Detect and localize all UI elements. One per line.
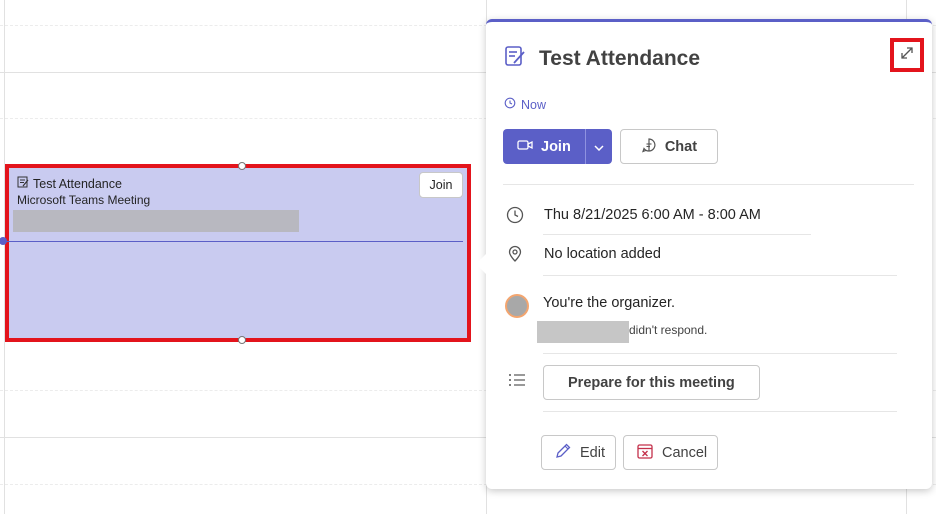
redacted-name (537, 321, 629, 343)
edit-button[interactable]: Edit (541, 435, 616, 470)
join-label: Join (541, 138, 571, 155)
chevron-down-icon (594, 138, 604, 156)
divider (543, 234, 811, 235)
calendar-cancel-icon (636, 442, 654, 464)
calendar-event-block[interactable]: Test Attendance Microsoft Teams Meeting … (0, 162, 471, 344)
attendee-response: didn't respond. (629, 323, 708, 337)
join-split-button: Join (503, 129, 612, 164)
video-icon (517, 138, 533, 156)
expand-button[interactable] (890, 38, 924, 72)
event-title: Test Attendance (33, 176, 122, 191)
organizer-text: You're the organizer. (543, 295, 676, 311)
event-datetime: Thu 8/21/2025 6:00 AM - 8:00 AM (544, 207, 761, 223)
resize-handle-top[interactable] (238, 162, 246, 170)
current-time-line (1, 241, 463, 242)
divider (503, 184, 914, 185)
expand-icon (899, 45, 915, 66)
event-subtitle: Microsoft Teams Meeting (17, 193, 151, 207)
status-now: Now (521, 97, 547, 112)
avatar[interactable] (505, 294, 529, 318)
notes-icon (17, 176, 29, 191)
location-icon (503, 245, 527, 263)
card-title: Test Attendance (539, 46, 701, 70)
chat-button[interactable]: Chat (619, 129, 719, 164)
event-join-button[interactable]: Join (419, 172, 463, 198)
resize-handle-bottom[interactable] (238, 336, 246, 344)
prepare-meeting-button[interactable]: Prepare for this meeting (543, 365, 760, 400)
pencil-icon (554, 442, 572, 464)
edit-label: Edit (580, 444, 605, 461)
divider (543, 353, 897, 354)
card-pointer (476, 254, 486, 274)
chat-label: Chat (664, 138, 698, 155)
event-location: No location added (544, 246, 661, 262)
clock-icon (504, 97, 516, 112)
chat-icon (641, 137, 657, 157)
join-button[interactable]: Join (503, 129, 585, 164)
join-options-dropdown[interactable] (584, 129, 612, 164)
notes-icon (503, 44, 527, 73)
cancel-button[interactable]: Cancel (623, 435, 719, 470)
list-icon (505, 373, 529, 387)
event-details-card: Test Attendance Now Join Chat Thu 8/21/2… (476, 19, 932, 489)
redacted-text (13, 210, 299, 232)
divider (543, 411, 897, 412)
divider (543, 275, 897, 276)
cancel-label: Cancel (662, 444, 708, 461)
clock-icon (503, 206, 527, 224)
